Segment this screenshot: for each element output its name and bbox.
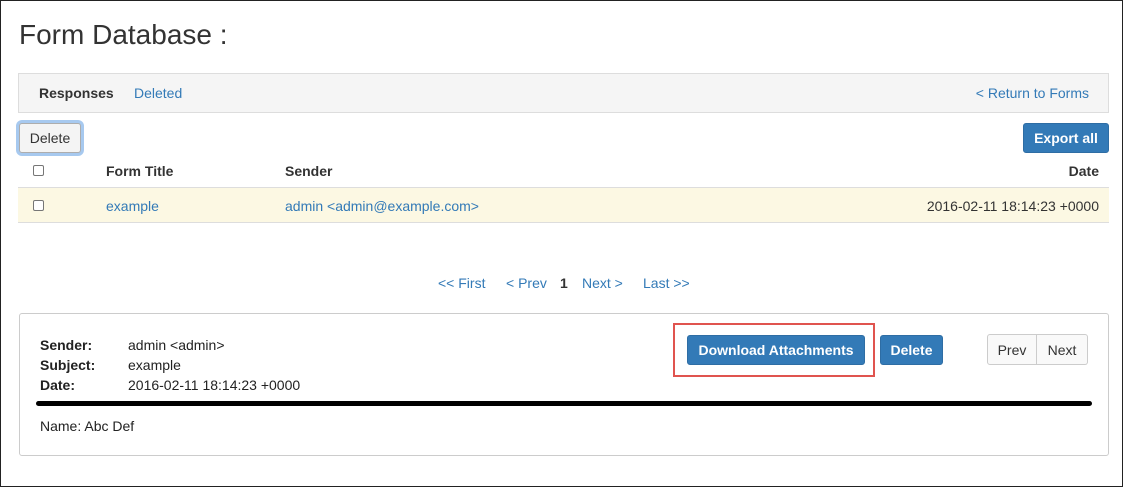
page-title: Form Database : [19,19,228,50]
tab-deleted[interactable]: Deleted [134,85,182,102]
pagination-first-link[interactable]: << First [438,275,485,291]
subject-label: Subject: [40,357,96,373]
tab-responses[interactable]: Responses [39,85,114,102]
date-value: 2016-02-11 18:14:23 +0000 [128,377,301,393]
select-all-checkbox[interactable] [33,165,44,176]
column-header-form-title: Form Title [106,163,174,179]
export-all-button[interactable]: Export all [1023,123,1109,153]
column-header-date: Date [1068,163,1099,179]
column-header-sender: Sender [285,163,333,179]
row-date: 2016-02-11 18:14:23 +0000 [926,198,1099,214]
sender-value: admin <admin> [128,337,225,353]
row-checkbox[interactable] [33,200,44,211]
response-nav-group: Prev Next [987,334,1088,365]
pagination-next-link[interactable]: Next > [582,275,623,291]
response-detail-panel: Sender: admin <admin> Subject: example D… [19,313,1109,456]
delete-response-button[interactable]: Delete [880,335,943,365]
pagination-last-link[interactable]: Last >> [643,275,690,291]
pagination-prev-link[interactable]: < Prev [506,275,547,291]
form-field-name: Name: Abc Def [40,418,135,434]
subject-value: example [128,357,181,373]
pagination: << First < Prev 1 Next > Last >> [0,275,1123,293]
tab-bar: Responses Deleted < Return to Forms [18,73,1109,113]
responses-table: Form Title Sender Date example admin <ad… [18,153,1109,223]
date-label: Date: [40,377,76,393]
pagination-current-page: 1 [560,275,568,291]
row-sender-link[interactable]: admin <admin@example.com> [285,198,479,214]
row-form-title-link[interactable]: example [106,198,159,214]
prev-response-button[interactable]: Prev [987,334,1037,365]
table-header: Form Title Sender Date [18,153,1109,187]
delete-selected-button[interactable]: Delete [19,123,81,153]
download-attachments-button[interactable]: Download Attachments [687,335,865,365]
table-row[interactable]: example admin <admin@example.com> 2016-0… [18,187,1109,223]
return-to-forms-link[interactable]: < Return to Forms [976,85,1089,102]
next-response-button[interactable]: Next [1037,334,1088,365]
sender-label: Sender: [40,337,93,353]
divider-line [36,401,1092,406]
